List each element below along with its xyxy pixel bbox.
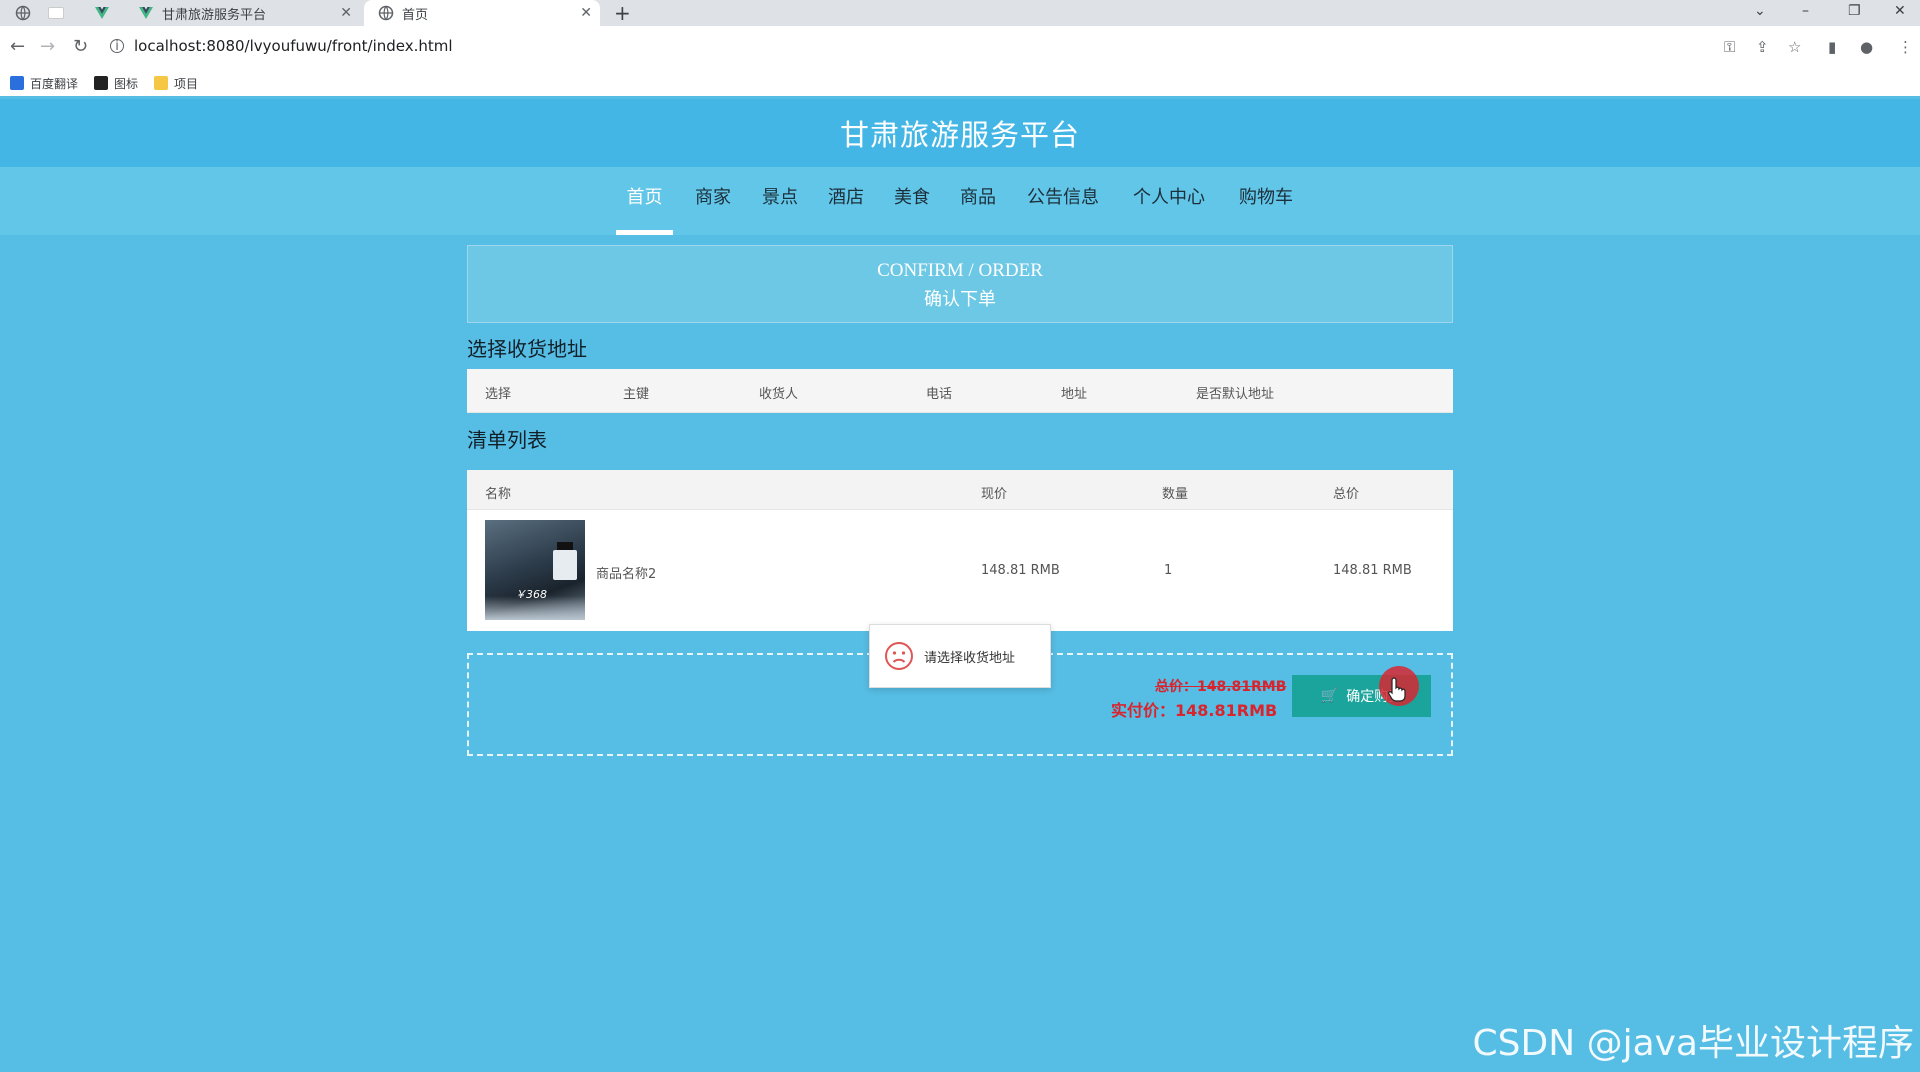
url-field[interactable]: i localhost:8080/lvyoufuwu/front/index.h… — [110, 32, 1710, 60]
banner-english-title: CONFIRM / ORDER — [877, 260, 1043, 281]
product-image[interactable]: ￥368 — [485, 520, 585, 620]
forward-arrow-icon[interactable]: → — [40, 36, 55, 57]
column-header: 现价 — [981, 487, 1008, 502]
payable-total: 实付价：148.81RMB — [1111, 701, 1278, 720]
main-nav: 首页 商家 景点 酒店 美食 商品 公告信息 个人中心 购物车 — [0, 167, 1920, 235]
product-image-price: ￥368 — [515, 588, 547, 601]
cart-icon: 🛒 — [1320, 688, 1339, 704]
blank-tab-icon[interactable] — [48, 7, 64, 19]
nav-active-indicator — [616, 230, 673, 235]
bookmark-label: 图标 — [114, 76, 139, 91]
column-header: 主键 — [623, 387, 650, 402]
column-header: 名称 — [485, 487, 512, 502]
column-header: 地址 — [1061, 387, 1088, 402]
image-icon — [94, 76, 109, 90]
site-info-icon[interactable]: i — [110, 39, 124, 54]
browser-tab-strip: 甘肃旅游服务平台 ✕ 首页 ✕ + ⌄ – ❐ ✕ — [0, 0, 1920, 26]
vue-icon — [139, 7, 153, 19]
bookmark-project[interactable]: 项目 — [154, 75, 198, 92]
tab-home[interactable]: 首页 ✕ — [364, 0, 600, 26]
vue-icon[interactable] — [94, 5, 110, 21]
product-price: 148.81 RMB — [981, 563, 1060, 578]
order-list-table: 名称 现价 数量 总价 ￥368 商品名称2 148.81 RMB 1 148.… — [467, 470, 1453, 631]
close-window-icon[interactable]: ✕ — [1894, 3, 1906, 19]
toast-message: 请选择收货地址 — [869, 624, 1051, 688]
nav-item-personal-center[interactable]: 个人中心 — [1131, 167, 1207, 235]
star-icon[interactable]: ☆ — [1788, 38, 1801, 56]
share-icon[interactable]: ⇪ — [1756, 38, 1769, 56]
url-text: localhost:8080/lvyoufuwu/front/index.htm… — [134, 37, 453, 55]
nav-item-scenic-spots[interactable]: 景点 — [760, 167, 800, 235]
nav-item-cart[interactable]: 购物车 — [1237, 167, 1295, 235]
bookmark-icons[interactable]: 图标 — [94, 75, 138, 92]
globe-icon — [378, 5, 394, 21]
tab-site[interactable]: 甘肃旅游服务平台 ✕ — [124, 0, 360, 26]
site-title: 甘肃旅游服务平台 — [839, 118, 1080, 152]
nav-item-merchants[interactable]: 商家 — [693, 167, 733, 235]
column-header: 收货人 — [759, 387, 799, 402]
menu-dots-icon[interactable]: ⋮ — [1898, 38, 1913, 56]
side-panel-icon[interactable]: ▮ — [1828, 38, 1836, 56]
product-name[interactable]: 商品名称2 — [596, 563, 656, 582]
product-quantity: 1 — [1164, 563, 1173, 578]
close-tab-icon[interactable]: ✕ — [580, 5, 592, 21]
address-table-header: 选择 主键 收货人 电话 地址 是否默认地址 — [467, 369, 1453, 413]
hand-cursor-icon — [1388, 677, 1406, 702]
key-icon[interactable]: ⚿ — [1724, 38, 1735, 56]
bookmarks-bar: 百度翻译 图标 项目 — [0, 70, 204, 96]
banner-chinese-title: 确认下单 — [924, 289, 996, 310]
nav-item-home[interactable]: 首页 — [616, 167, 673, 235]
nav-item-products[interactable]: 商品 — [958, 167, 998, 235]
column-header: 选择 — [485, 387, 512, 402]
nav-item-announcements[interactable]: 公告信息 — [1025, 167, 1101, 235]
column-header: 电话 — [926, 387, 953, 402]
tab-title: 首页 — [402, 7, 429, 23]
close-tab-icon[interactable]: ✕ — [340, 5, 352, 21]
column-header: 是否默认地址 — [1196, 387, 1275, 402]
site-header: 甘肃旅游服务平台 — [0, 99, 1920, 167]
address-bar-area: ← → ↻ i localhost:8080/lvyoufuwu/front/i… — [0, 26, 1920, 96]
back-arrow-icon[interactable]: ← — [10, 36, 25, 57]
product-total: 148.81 RMB — [1333, 563, 1412, 578]
original-total: 总价：148.81RMB — [1155, 679, 1287, 695]
translate-icon — [10, 76, 24, 90]
minimize-icon[interactable]: – — [1802, 3, 1809, 19]
nav-item-hotels[interactable]: 酒店 — [826, 167, 866, 235]
watermark: CSDN @java毕业设计程序 — [1472, 1023, 1914, 1064]
folder-icon — [154, 76, 169, 90]
column-header: 数量 — [1162, 487, 1189, 502]
reload-icon[interactable]: ↻ — [73, 36, 88, 57]
restore-icon[interactable]: ❐ — [1848, 3, 1861, 19]
address-section-title: 选择收货地址 — [467, 337, 587, 361]
globe-icon[interactable] — [15, 5, 31, 21]
bookmark-label: 项目 — [174, 76, 199, 91]
sad-face-icon — [885, 642, 913, 670]
toast-text: 请选择收货地址 — [924, 650, 1016, 666]
column-header: 总价 — [1333, 487, 1360, 502]
confirm-order-banner: CONFIRM / ORDER 确认下单 — [467, 245, 1453, 323]
tab-search-chevron-icon[interactable]: ⌄ — [1754, 3, 1766, 19]
profile-icon[interactable]: ● — [1860, 38, 1873, 56]
bookmark-label: 百度翻译 — [30, 76, 79, 91]
order-list-section-title: 清单列表 — [467, 428, 547, 452]
nav-item-food[interactable]: 美食 — [892, 167, 932, 235]
bookmark-baidu-translate[interactable]: 百度翻译 — [10, 75, 78, 92]
table-header: 名称 现价 数量 总价 — [467, 470, 1453, 510]
new-tab-icon[interactable]: + — [614, 1, 631, 25]
tab-title: 甘肃旅游服务平台 — [162, 7, 267, 23]
